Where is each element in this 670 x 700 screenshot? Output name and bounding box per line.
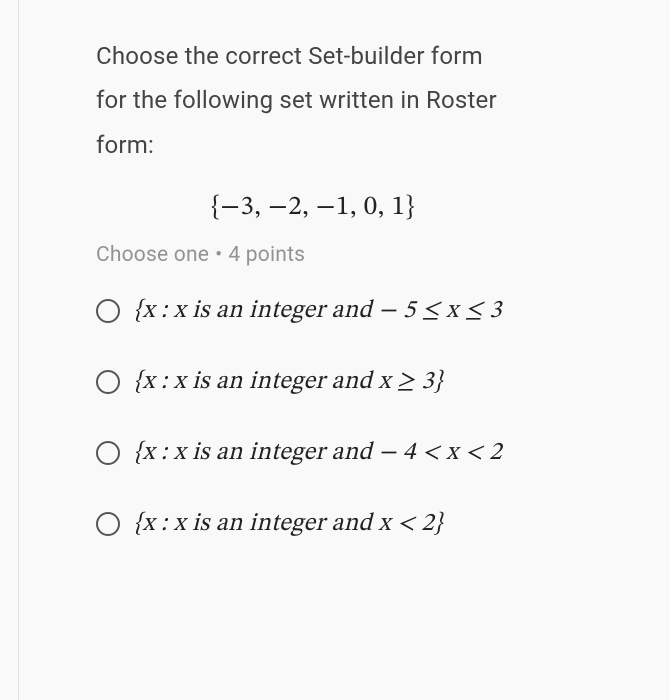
question-meta: Choose one•4 points — [96, 243, 670, 267]
radio-icon[interactable] — [96, 370, 120, 394]
option-text: {x : x is an integer and − 5 ≤ x ≤ 3 — [134, 295, 502, 326]
option-1[interactable]: {x : x is an integer and − 5 ≤ x ≤ 3 — [96, 295, 670, 326]
quiz-page: Choose the correct Set-builder form for … — [0, 0, 670, 700]
question-prompt: Choose the correct Set-builder form for … — [96, 34, 670, 167]
option-text: {x : x is an integer and − 4 < x < 2 — [134, 437, 502, 468]
option-text: {x : x is an integer and x < 2} — [134, 508, 442, 539]
choose-one-label: Choose one — [96, 243, 209, 267]
margin-rule — [18, 0, 19, 700]
prompt-line: Choose the correct Set-builder form — [96, 34, 670, 78]
option-2[interactable]: {x : x is an integer and x ≥ 3} — [96, 366, 670, 397]
option-4[interactable]: {x : x is an integer and x < 2} — [96, 508, 670, 539]
meta-separator: • — [215, 243, 222, 267]
option-3[interactable]: {x : x is an integer and − 4 < x < 2 — [96, 437, 670, 468]
radio-icon[interactable] — [96, 299, 120, 323]
roster-set-display: {−3, −2, −1, 0, 1} — [96, 191, 670, 225]
options-list: {x : x is an integer and − 5 ≤ x ≤ 3 {x … — [96, 295, 670, 539]
prompt-line: for the following set written in Roster — [96, 78, 670, 122]
radio-icon[interactable] — [96, 512, 120, 536]
prompt-line: form: — [96, 123, 670, 167]
question-block: Choose the correct Set-builder form for … — [96, 34, 670, 539]
points-label: 4 points — [228, 243, 305, 267]
option-text: {x : x is an integer and x ≥ 3} — [134, 366, 442, 397]
radio-icon[interactable] — [96, 441, 120, 465]
